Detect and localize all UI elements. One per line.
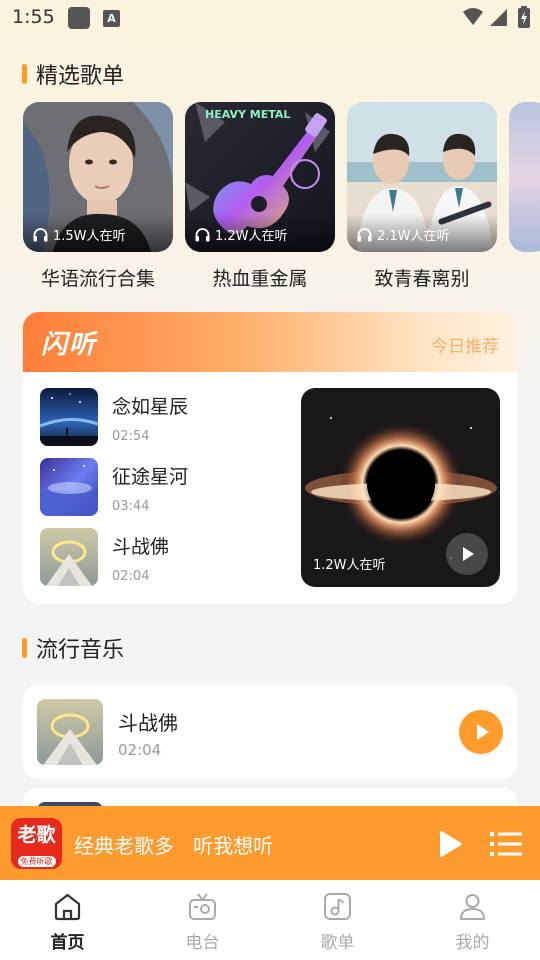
playlist-card[interactable]: HEAVY METAL 1.2W人在听 热血重金属	[185, 102, 335, 291]
flash-listen-logo: 闪听	[41, 330, 98, 360]
playlist-card[interactable]: 2.1W人在听 致青春离别	[347, 102, 497, 291]
app-logo-text: 老歌	[17, 824, 56, 846]
song-duration: 02:04	[118, 741, 162, 759]
playlist-card-peek[interactable]	[509, 102, 540, 252]
flash-listen-header: 闪听 今日推荐	[23, 312, 517, 372]
song-title: 斗战佛	[118, 711, 178, 735]
featured-song-cover[interactable]: 1.2W人在听	[301, 388, 500, 587]
notification-badge: A	[103, 10, 120, 27]
listener-count: 2.1W人在听	[357, 225, 450, 244]
nav-item-playlists[interactable]: 歌单	[270, 880, 405, 960]
nav-item-radio[interactable]: 电台	[135, 880, 270, 960]
nav-label: 歌单	[320, 933, 355, 953]
play-button[interactable]	[459, 710, 503, 754]
song-thumbnail	[37, 699, 103, 765]
pop-music-header: 流行音乐	[22, 632, 124, 664]
app-logo: 老歌 免费听歌	[11, 818, 62, 869]
listener-count-text: 1.5W人在听	[53, 229, 126, 244]
svg-text:HEAVY METAL: HEAVY METAL	[205, 108, 290, 121]
song-duration: 02:54	[112, 429, 150, 444]
playlist-cover[interactable]: 1.5W人在听	[23, 102, 173, 252]
song-list-item[interactable]: 征途星河 03:44	[40, 458, 188, 516]
now-playing-title: 经典老歌多 听我想听	[74, 834, 274, 858]
section-accent-bar	[22, 64, 27, 84]
listener-count-text: 1.2W人在听	[215, 229, 288, 244]
music-note-icon	[324, 893, 351, 920]
song-title: 征途星河	[112, 466, 189, 488]
play-button[interactable]	[446, 533, 488, 575]
nav-label: 电台	[185, 933, 220, 953]
play-icon[interactable]	[436, 830, 464, 858]
song-thumbnail	[40, 388, 98, 446]
song-thumbnail	[40, 528, 98, 586]
playlist-card[interactable]: 1.5W人在听 华语流行合集	[23, 102, 173, 291]
nav-item-home[interactable]: 首页	[0, 880, 135, 960]
mini-player[interactable]: 老歌 免费听歌 经典老歌多 听我想听	[0, 806, 540, 880]
playlist-name: 热血重金属	[212, 268, 308, 290]
headphones-icon	[33, 227, 48, 241]
signal-icon	[490, 9, 507, 26]
app-notification-icon	[68, 7, 90, 29]
play-icon	[477, 724, 489, 740]
nav-item-profile[interactable]: 我的	[405, 880, 540, 960]
section-title: 流行音乐	[36, 638, 125, 663]
app-logo-subtext: 免费听歌	[17, 856, 56, 867]
featured-listener-count: 1.2W人在听	[313, 558, 386, 573]
playlist-carousel[interactable]: 1.5W人在听 华语流行合集 HEAVY METAL 1.2W人在听 热血重金属…	[23, 102, 540, 302]
status-time: 1:55	[12, 6, 55, 28]
battery-icon	[518, 6, 530, 28]
song-title: 斗战佛	[112, 536, 170, 558]
headphones-icon	[195, 227, 210, 241]
featured-playlists-header: 精选歌单	[22, 58, 124, 90]
song-duration: 03:44	[112, 499, 150, 514]
today-recommend-link[interactable]: 今日推荐	[431, 332, 499, 357]
wifi-icon	[463, 8, 483, 25]
play-icon	[463, 547, 474, 561]
headphones-icon	[357, 227, 372, 241]
section-accent-bar	[22, 638, 27, 658]
bottom-nav: 首页 电台 歌单 我的	[0, 880, 540, 960]
song-list-item[interactable]: 斗战佛 02:04	[40, 528, 169, 586]
listener-count: 1.2W人在听	[195, 225, 288, 244]
listener-count: 1.5W人在听	[33, 225, 126, 244]
song-duration: 02:04	[112, 569, 150, 584]
playlist-cover[interactable]: HEAVY METAL 1.2W人在听	[185, 102, 335, 252]
playlist-name: 致青春离别	[374, 268, 470, 290]
flash-listen-card: 闪听 今日推荐 念如星辰 02:54 征途星河 03:44 斗战佛 02:04	[23, 312, 517, 604]
song-title: 念如星辰	[112, 396, 189, 418]
user-icon	[460, 894, 485, 920]
song-thumbnail	[40, 458, 98, 516]
status-bar: 1:55 A	[0, 0, 540, 36]
song-list-item[interactable]: 念如星辰 02:54	[40, 388, 188, 446]
playlist-name: 华语流行合集	[40, 268, 155, 290]
playlist-cover[interactable]: 2.1W人在听	[347, 102, 497, 252]
playlist-icon[interactable]	[490, 831, 522, 857]
radio-icon	[189, 893, 216, 920]
listener-count-text: 2.1W人在听	[377, 229, 450, 244]
nav-label: 我的	[455, 933, 490, 953]
home-icon	[54, 893, 81, 921]
section-title: 精选歌单	[36, 64, 125, 89]
nav-label: 首页	[50, 933, 85, 953]
pop-song-item[interactable]: 斗战佛 02:04	[23, 685, 517, 779]
